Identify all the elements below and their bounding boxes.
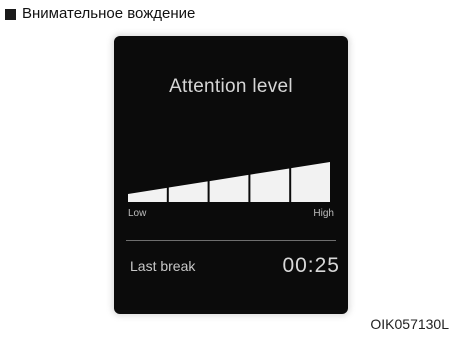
meter-segment [209,174,249,202]
square-bullet-icon [5,8,16,20]
attention-meter-graphic [128,162,330,202]
meter-segment [250,168,290,202]
caption-text: Внимательное вождение [22,5,196,22]
meter-segment [291,162,330,202]
figure-caption: Внимательное вождение [5,5,195,23]
divider [126,240,336,241]
last-break-time: 00:25 [282,254,340,277]
figure-code: OIK057130L [370,316,449,332]
attention-level-meter [128,160,330,202]
meter-segment [168,181,208,202]
attention-level-title: Attention level [169,76,293,97]
attention-display-screen: Attention level Low High Last break 00:2… [114,36,348,314]
last-break-label: Last break [130,258,196,274]
meter-low-label: Low [128,208,147,219]
meter-segment [128,187,167,202]
meter-high-label: High [313,208,334,219]
